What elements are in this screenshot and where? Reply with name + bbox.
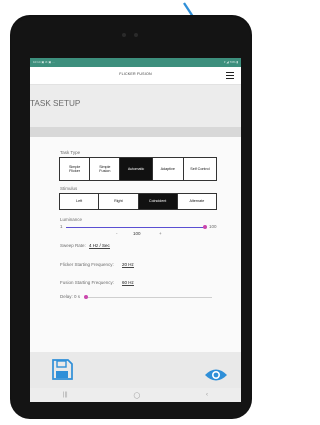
- section-divider: [30, 127, 241, 137]
- stimulus-selector: Left Right Coincident Alternate: [59, 193, 217, 210]
- stimulus-option-left[interactable]: Left: [60, 194, 100, 209]
- fusion-frequency-label: Fusion Starting Frequency:: [60, 280, 115, 285]
- luminance-slider-thumb[interactable]: [203, 225, 207, 229]
- page-title: TASK SETUP: [30, 99, 81, 108]
- android-nav-bar: ||| ◯ ‹: [30, 388, 241, 402]
- delay-label: Delay: 0 s: [60, 294, 81, 299]
- back-button[interactable]: ‹: [206, 392, 208, 398]
- luminance-value: 100: [133, 231, 141, 236]
- save-icon[interactable]: [51, 359, 73, 380]
- task-option-simple-flicker[interactable]: Simple Flicker: [60, 158, 91, 180]
- luminance-decrease-button[interactable]: -: [116, 231, 118, 236]
- bottom-toolbar: [30, 352, 241, 388]
- task-option-automatic[interactable]: Automatic: [120, 158, 153, 180]
- luminance-increase-button[interactable]: +: [159, 231, 162, 236]
- app-title: FLICKER FUSION: [119, 72, 152, 76]
- task-type-label: Task Type: [60, 150, 81, 155]
- delay-slider[interactable]: [86, 297, 212, 298]
- stimulus-option-right[interactable]: Right: [99, 194, 139, 209]
- luminance-slider[interactable]: [66, 227, 205, 228]
- luminance-min: 1: [60, 224, 63, 229]
- task-option-simple-fusion[interactable]: Simple Fusion: [90, 158, 121, 180]
- view-eye-icon[interactable]: [204, 368, 228, 382]
- camera-dot: [122, 33, 126, 37]
- stimulus-option-alternate[interactable]: Alternate: [178, 194, 216, 209]
- status-left: 10:14 ▣ ⊘ ▣ ···: [33, 60, 56, 64]
- flicker-frequency-field[interactable]: 20 Hz: [122, 262, 134, 268]
- sweep-rate-field[interactable]: 4 Hz / Sec: [89, 243, 110, 249]
- status-bar: 10:14 ▣ ⊘ ▣ ··· ▾ ◢ 73% ▮: [30, 58, 241, 67]
- home-button[interactable]: ◯: [133, 392, 140, 399]
- recents-button[interactable]: |||: [63, 392, 68, 398]
- app-bar: FLICKER FUSION: [30, 67, 241, 85]
- status-right: ▾ ◢ 73% ▮: [224, 60, 238, 64]
- sensor-dot: [134, 33, 138, 37]
- sweep-rate-label: Sweep Rate:: [60, 243, 86, 248]
- menu-icon[interactable]: [226, 72, 234, 79]
- luminance-max: 100: [209, 224, 217, 229]
- luminance-label: Luminance: [60, 217, 83, 222]
- flicker-frequency-label: Flicker Starting Frequency:: [60, 262, 114, 267]
- stimulus-label: Stimulus: [60, 186, 78, 191]
- task-option-self-control[interactable]: Self Control: [184, 158, 216, 180]
- task-type-selector: Simple Flicker Simple Fusion Automatic A…: [59, 157, 217, 181]
- fusion-frequency-field[interactable]: 60 Hz: [122, 280, 134, 286]
- task-option-adaptive[interactable]: Adaptive: [153, 158, 184, 180]
- delay-slider-thumb[interactable]: [84, 295, 88, 299]
- stimulus-option-coincident[interactable]: Coincident: [138, 194, 178, 209]
